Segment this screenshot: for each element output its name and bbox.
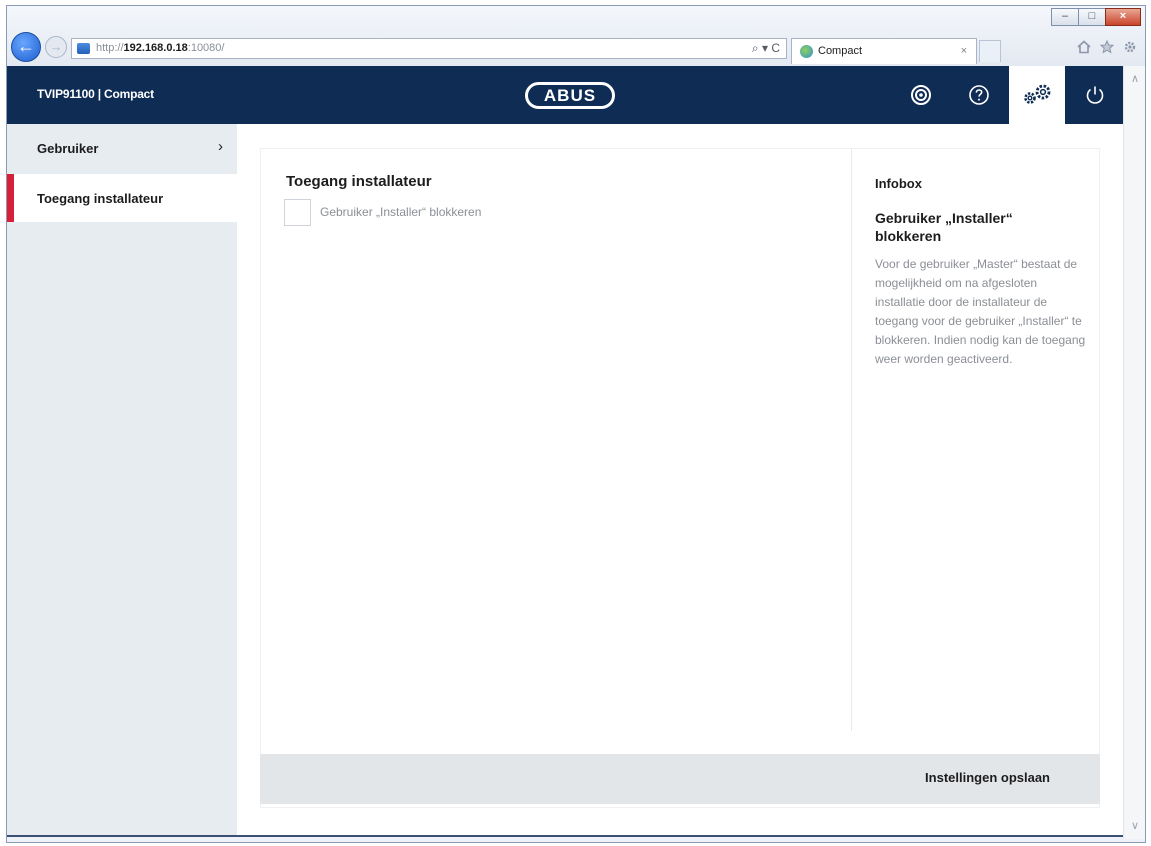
search-refresh-icons[interactable]: ⌕ ▾ C	[752, 41, 780, 56]
infobox-subtitle: Gebruiker „Installer“ blokkeren	[875, 210, 1013, 244]
url-suffix: :10080/	[187, 42, 225, 54]
scroll-down-icon[interactable]: ∨	[1124, 819, 1146, 835]
address-bar[interactable]: http://192.168.0.18:10080/ ⌕ ▾ C	[71, 38, 787, 59]
browser-tab-icon	[800, 45, 813, 58]
browser-tab-title: Compact	[818, 45, 863, 57]
infobox-heading: Infobox	[875, 176, 922, 191]
sidebar: Gebruiker › Toegang installateur	[7, 124, 237, 835]
page-title: Toegang installateur	[286, 173, 432, 190]
page-scrollbar[interactable]: ∧ ∨	[1123, 66, 1145, 839]
maximize-button[interactable]: □	[1078, 8, 1106, 26]
infobox: Infobox Gebruiker „Installer“ blokkeren …	[851, 149, 1099, 731]
back-arrow-icon: ←	[17, 36, 35, 56]
minimize-icon: –	[1061, 10, 1069, 22]
forward-button[interactable]: →	[45, 36, 67, 58]
close-window-button[interactable]: ×	[1105, 8, 1141, 26]
maximize-icon: □	[1088, 10, 1096, 22]
browser-window: – □ × ← → http://192.168.0.18:10080/ ⌕ ▾…	[6, 5, 1146, 843]
gears-icon	[1024, 84, 1051, 104]
infobox-text: Voor de gebruiker „Master“ bestaat de mo…	[875, 257, 1086, 366]
sidebar-item-label: Toegang installateur	[37, 191, 164, 206]
url-text[interactable]: http://192.168.0.18:10080/	[96, 42, 224, 54]
logout-button[interactable]	[1067, 66, 1123, 124]
web-app: TVIP91100 | Compact ABUS Gebruiker › Toe…	[7, 66, 1123, 837]
browser-chrome: – □ × ← → http://192.168.0.18:10080/ ⌕ ▾…	[7, 6, 1145, 66]
gear-icon[interactable]	[1123, 40, 1137, 58]
power-icon	[1086, 86, 1104, 104]
minimize-button[interactable]: –	[1051, 8, 1079, 26]
camera-view-button[interactable]	[893, 66, 949, 124]
chevron-right-icon: ›	[218, 138, 223, 155]
browser-toolbar	[1077, 39, 1137, 58]
tab-close-icon[interactable]: ×	[961, 45, 967, 57]
url-prefix: http://	[96, 42, 124, 54]
block-installer-label[interactable]: Gebruiker „Installer“ blokkeren	[320, 205, 481, 219]
settings-button[interactable]	[1009, 66, 1065, 124]
back-button[interactable]: ←	[11, 32, 41, 62]
app-header: TVIP91100 | Compact ABUS	[7, 66, 1123, 124]
forward-arrow-icon: →	[49, 39, 63, 54]
close-icon: ×	[1119, 10, 1127, 22]
sidebar-item-toegang-installateur[interactable]: Toegang installateur	[7, 174, 237, 222]
footer-bar: Instellingen opslaan	[260, 754, 1100, 804]
app-title: TVIP91100 | Compact	[37, 87, 154, 101]
scroll-up-icon[interactable]: ∧	[1124, 72, 1146, 88]
browser-tab-compact[interactable]: Compact ×	[791, 38, 977, 64]
save-settings-button[interactable]: Instellingen opslaan	[925, 770, 1050, 785]
sidebar-item-label: Gebruiker	[37, 141, 99, 156]
block-installer-checkbox[interactable]	[284, 199, 311, 226]
url-host: 192.168.0.18	[123, 42, 188, 54]
window-controls: – □ ×	[1051, 8, 1141, 28]
home-icon[interactable]	[1077, 40, 1091, 58]
settings-panel: Toegang installateur Gebruiker „Installe…	[260, 148, 1100, 808]
star-icon[interactable]	[1099, 39, 1115, 58]
site-icon	[77, 43, 90, 54]
help-circle-icon	[969, 85, 989, 105]
camera-lens-icon	[911, 85, 931, 105]
sidebar-item-gebruiker[interactable]: Gebruiker ›	[7, 124, 237, 172]
help-button[interactable]	[951, 66, 1007, 124]
abus-logo: ABUS	[525, 82, 615, 109]
new-tab-button[interactable]	[979, 40, 1001, 62]
